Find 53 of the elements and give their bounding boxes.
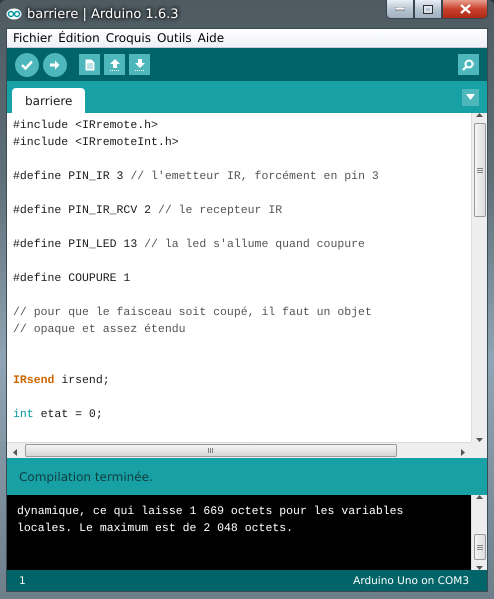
magnifier-icon <box>462 58 476 70</box>
line-number: 1 <box>19 574 26 586</box>
maximize-icon <box>423 4 433 14</box>
code-line: int etat = 0; <box>13 407 104 423</box>
arrow-down-icon <box>134 58 144 70</box>
console-output: dynamique, ce qui laisse 1 669 octets pour les variables locales. Le maximum est de 2 048 octets. <box>16 504 404 537</box>
scroll-right-icon <box>461 449 465 456</box>
code-line: // pour que le faisceau soit coupé, il faut un objet <box>13 305 373 321</box>
close-button[interactable] <box>442 0 488 19</box>
code-line: #include <IRremoteInt.h> <box>13 135 180 151</box>
scroll-left-icon <box>13 449 17 456</box>
menu-item[interactable]: Croquis <box>102 31 154 45</box>
menu-item[interactable]: Édition <box>55 31 103 45</box>
code-line: IRsend irsend; <box>13 373 111 389</box>
code-line: #include <IRremote.h> <box>13 118 159 134</box>
code-line: // opaque et assez étendu <box>13 322 187 338</box>
arrow-right-icon <box>50 60 60 70</box>
code-line: #define PIN_IR 3 // l'emetteur IR, forcément en pin 3 <box>13 169 380 185</box>
caret-down-icon <box>466 94 475 100</box>
sketch-tab[interactable]: barriere <box>12 88 86 113</box>
infinity-logo-icon <box>6 8 22 20</box>
grip-icon <box>476 168 482 172</box>
grip-icon <box>208 448 214 453</box>
arrow-up-icon <box>110 58 120 70</box>
checkmark-icon <box>21 60 33 70</box>
document-icon <box>84 58 94 70</box>
code-line: #define COUPURE 1 <box>13 271 132 287</box>
maximize-button[interactable] <box>414 0 442 19</box>
scrollbar-thumb[interactable] <box>474 534 486 560</box>
menu-item[interactable]: Fichier <box>10 31 56 45</box>
code-line: #define PIN_IR_RCV 2 // le recepteur IR <box>13 203 284 219</box>
vertical-scrollbar[interactable] <box>471 495 487 570</box>
serial-monitor-button[interactable] <box>458 54 479 75</box>
save-button[interactable] <box>129 54 150 75</box>
scrollbar-thumb[interactable] <box>25 444 397 457</box>
window-title: barriere | Arduino 1.6.3 <box>27 6 179 22</box>
open-button[interactable] <box>104 54 125 75</box>
status-message: Compilation terminée. <box>19 470 153 484</box>
menu-item[interactable]: Aide <box>194 31 228 45</box>
vertical-scrollbar[interactable] <box>471 113 487 442</box>
code-line: #define PIN_LED 13 // la led s'allume quand coupure <box>13 237 366 253</box>
scrollbar-thumb[interactable] <box>474 123 486 217</box>
minimize-icon <box>395 7 405 11</box>
grip-icon <box>476 544 482 550</box>
close-icon <box>460 4 470 14</box>
verify-button[interactable] <box>15 52 39 76</box>
minimize-button[interactable] <box>386 0 414 19</box>
board-port-label: Arduino Uno on COM3 <box>353 574 469 586</box>
tab-menu-button[interactable] <box>462 88 479 106</box>
menu-item[interactable]: Outils <box>154 31 195 45</box>
horizontal-scrollbar[interactable] <box>7 442 471 458</box>
upload-button[interactable] <box>43 52 67 76</box>
new-file-button[interactable] <box>79 54 100 75</box>
